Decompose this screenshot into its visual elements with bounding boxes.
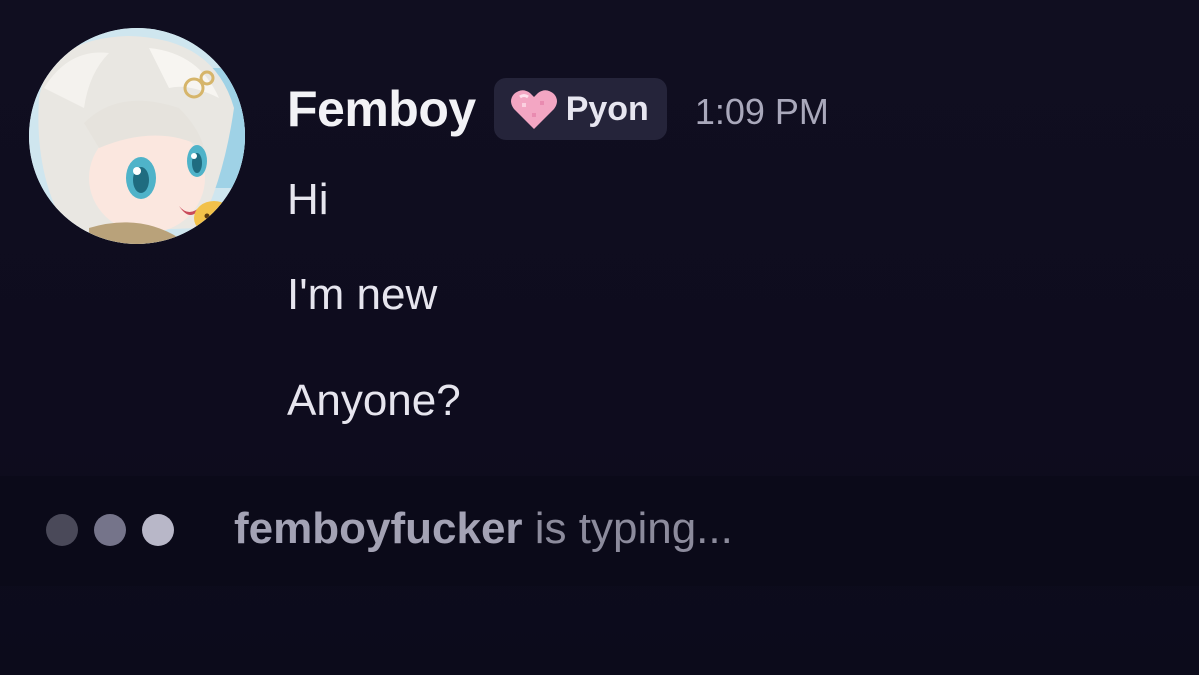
typing-suffix: is typing... [522,504,733,553]
chat-message: Femboy Pyon 1:09 PM Hi I'm new Anyone? [0,0,1199,470]
typing-dot [46,514,78,546]
author-name[interactable]: Femboy [287,84,476,134]
typing-user-name: femboyfucker [234,504,523,553]
message-line: Anyone? [287,376,461,425]
message-line: I'm new [287,270,438,319]
typing-dots-icon [46,512,190,548]
role-tag-label: Pyon [565,90,649,128]
message-line: Hi [287,175,329,224]
role-tag[interactable]: Pyon [493,78,667,140]
avatar[interactable] [29,28,245,244]
typing-indicator: femboyfucker is typing... [0,476,1199,586]
avatar-image [29,28,245,244]
typing-dot [142,514,174,546]
pink-heart-icon [510,90,557,129]
typing-dot [94,514,126,546]
message-header: Femboy Pyon 1:09 PM [287,76,829,142]
typing-status-text: femboyfucker is typing... [234,507,733,551]
chat-view: Femboy Pyon 1:09 PM Hi I'm new Anyone? f… [0,0,1199,675]
message-timestamp: 1:09 PM [694,91,829,132]
